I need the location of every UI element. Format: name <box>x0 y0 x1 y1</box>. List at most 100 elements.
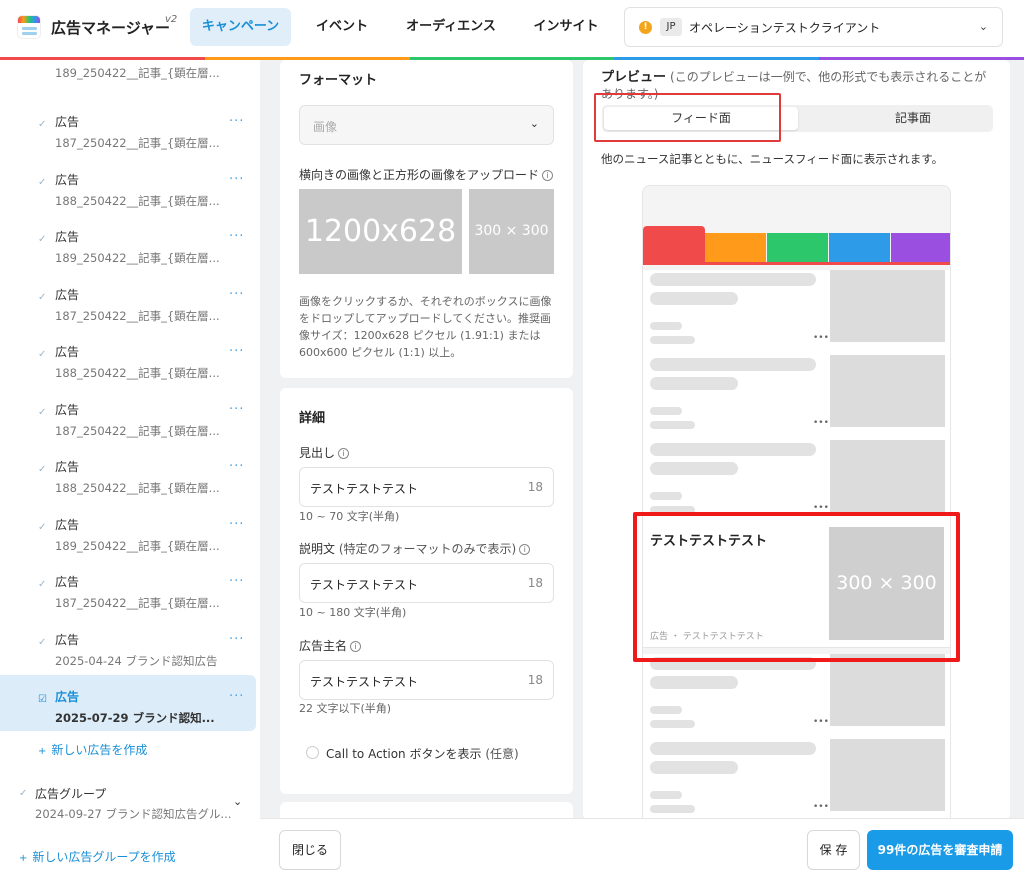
description-input[interactable]: テストテストテスト 18 <box>299 563 554 603</box>
new-ad-link[interactable]: + 新しい広告を作成 <box>38 741 147 758</box>
upload-help-text: 画像をクリックするか、それぞれのボックスに画像をドロップしてアップロードしてくだ… <box>299 295 552 359</box>
phone-category-tabs <box>643 226 950 264</box>
preview-description: 他のニュース記事とともに、ニュースフィード面に表示されます。 <box>601 152 944 166</box>
tab-article[interactable]: 記事面 <box>816 107 1010 130</box>
ad-item-subtitle: 188_250422__記事_{顕在層... <box>55 481 220 495</box>
headline-input[interactable]: テストテストテスト 18 <box>299 467 554 507</box>
skeleton-line <box>650 676 738 689</box>
ad-item-subtitle: 187_250422__記事_{顕在層... <box>55 423 220 438</box>
skeleton-image <box>830 440 945 512</box>
tab-campaign[interactable]: キャンペーン <box>190 8 291 46</box>
ad-item-title: 広告 <box>55 402 80 417</box>
landscape-image-dropzone[interactable]: 1200x628 <box>299 189 462 274</box>
more-icon[interactable]: ··· <box>229 574 244 589</box>
more-icon[interactable]: ··· <box>229 517 244 532</box>
advertiser-input[interactable]: テストテストテスト 18 <box>299 660 554 700</box>
info-icon[interactable]: i <box>350 641 362 652</box>
ad-item-subtitle: 187_250422__記事_{顕在層... <box>55 308 220 323</box>
square-image-dropzone[interactable]: 300 × 300 <box>469 189 554 274</box>
sidebar-ad-item[interactable]: ✓ 広告 188_250422__記事_{顕在層... ··· <box>0 330 256 386</box>
info-icon[interactable]: i <box>519 544 531 555</box>
upload-label: 横向きの画像と正方形の画像をアップロード i <box>299 166 554 183</box>
skeleton-line <box>650 742 816 755</box>
close-button[interactable]: 閉じる <box>279 830 341 870</box>
account-name: オペレーションテストクライアント <box>689 21 881 35</box>
skeleton-line <box>650 462 738 475</box>
new-ad-group-link[interactable]: + 新しい広告グループを作成 <box>19 848 176 865</box>
check-icon: ✓ <box>38 636 47 648</box>
info-icon[interactable]: i <box>542 170 554 181</box>
ad-item-title: 広告 <box>55 287 80 302</box>
more-icon[interactable]: ··· <box>229 287 244 302</box>
ad-item-subtitle: 189_250422__記事_{顕在層... <box>55 251 220 265</box>
warning-icon: ! <box>639 21 652 34</box>
sidebar-ad-item[interactable]: ✓ 広告 188_250422__記事_{顕在層... ··· <box>0 158 256 214</box>
tab-insight[interactable]: インサイト <box>524 8 608 46</box>
edit-icon: ☑ <box>38 694 47 705</box>
more-icon[interactable]: ··· <box>229 459 244 474</box>
skeleton-line <box>650 791 682 799</box>
skeleton-image <box>830 654 945 726</box>
ad-item-title: 広告 <box>55 115 80 129</box>
info-icon[interactable]: i <box>338 448 350 459</box>
tab-event[interactable]: イベント <box>306 8 378 46</box>
ad-item-title: 広告 <box>55 230 80 244</box>
more-icon[interactable]: ··· <box>229 632 244 647</box>
sidebar-ad-item[interactable]: ✓ 広告 187_250422__記事_{顕在層... ··· <box>0 560 256 616</box>
sidebar-ad-item[interactable]: ✓ 広告 187_250422__記事_{顕在層... ··· <box>0 388 256 444</box>
headline-value: テストテストテスト <box>310 482 419 496</box>
new-ad-label: 新しい広告を作成 <box>51 743 148 757</box>
skeleton-line <box>650 377 738 390</box>
skeleton-line <box>650 273 816 286</box>
preview-title: プレビュー <box>601 70 667 85</box>
ad-item-subtitle: 188_250422__記事_{顕在層... <box>55 193 220 208</box>
ad-item-subtitle: 189_250422__記事_{顕在層... <box>55 538 220 553</box>
more-icon[interactable]: ··· <box>229 344 244 359</box>
format-select[interactable]: 画像 ⌄ <box>299 105 554 145</box>
sidebar-ad-item[interactable]: ✓ 広告 189_250422__記事_{顕在層... ··· <box>0 215 256 271</box>
chevron-down-icon: ⌄ <box>978 20 988 33</box>
skeleton-line <box>650 443 816 456</box>
highlight-box <box>594 93 781 142</box>
ad-item-subtitle: 187_250422__記事_{顕在層... <box>55 596 220 610</box>
sidebar-ad-group[interactable]: ✓ 広告グループ 2024-09-27 ブランド認知広告グル... ⌄ <box>0 778 256 828</box>
phone-tab-underline <box>643 262 950 265</box>
more-icon[interactable]: ··· <box>229 229 244 244</box>
headline-hint: 10 ~ 70 文字(半角) <box>299 510 400 523</box>
ad-item-title: 広告 <box>55 575 80 589</box>
more-icon[interactable]: ··· <box>229 402 244 417</box>
more-icon[interactable]: ··· <box>229 172 244 187</box>
phone-tab <box>891 233 950 264</box>
ad-item-title: 広告 <box>55 632 80 647</box>
chevron-down-icon[interactable]: ⌄ <box>233 795 242 808</box>
more-icon[interactable]: ··· <box>229 689 244 704</box>
footer-bar: 閉じる 保 存 99件の広告を審査申請 <box>260 818 1024 874</box>
description-label: 説明文 (特定のフォーマットのみで表示) i <box>299 540 531 557</box>
save-button[interactable]: 保 存 <box>807 830 860 870</box>
advertiser-label: 広告主名 i <box>299 637 362 654</box>
ad-item-title: 広告 <box>55 517 80 532</box>
chevron-down-icon: ⌄ <box>529 117 539 130</box>
ad-highlight-box <box>633 512 960 662</box>
sidebar-ad-item[interactable]: ✓ 広告 187_250422__記事_{顕在層... ··· <box>0 273 256 329</box>
sidebar-ad-item-partial[interactable]: 189_250422__記事_{顕在層... ··· <box>0 60 256 86</box>
tab-audience[interactable]: オーディエンス <box>396 8 506 46</box>
skeleton-line <box>650 805 695 813</box>
skeleton-line <box>650 407 682 415</box>
sidebar: 189_250422__記事_{顕在層... ··· ✓ 広告 187_2504… <box>0 60 260 874</box>
sidebar-ad-item[interactable]: ☑ 広告 2025-07-29 ブランド認知... ··· <box>0 675 256 731</box>
more-icon[interactable]: ··· <box>229 114 244 129</box>
submit-review-button[interactable]: 99件の広告を審査申請 <box>867 830 1013 870</box>
account-selector[interactable]: ! JP オペレーションテストクライアント ⌄ <box>624 7 1003 47</box>
cta-checkbox[interactable] <box>306 746 319 759</box>
phone-tab <box>705 233 766 264</box>
headline-label: 見出し i <box>299 444 350 461</box>
ad-item-subtitle: 2025-07-29 ブランド認知... <box>55 711 215 725</box>
sidebar-ad-item[interactable]: ✓ 広告 188_250422__記事_{顕在層... ··· <box>0 445 256 501</box>
sidebar-ad-item[interactable]: ✓ 広告 189_250422__記事_{顕在層... ··· <box>0 503 256 559</box>
sidebar-ad-item[interactable]: ✓ 広告 2025-04-24 ブランド認知広告 ··· <box>0 618 256 674</box>
sidebar-ad-item[interactable]: ✓ 広告 187_250422__記事_{顕在層... ··· <box>0 100 256 156</box>
more-icon: ••• <box>813 333 829 343</box>
app-title: 広告マネージャー <box>51 19 170 37</box>
app-logo-icon <box>17 15 41 39</box>
